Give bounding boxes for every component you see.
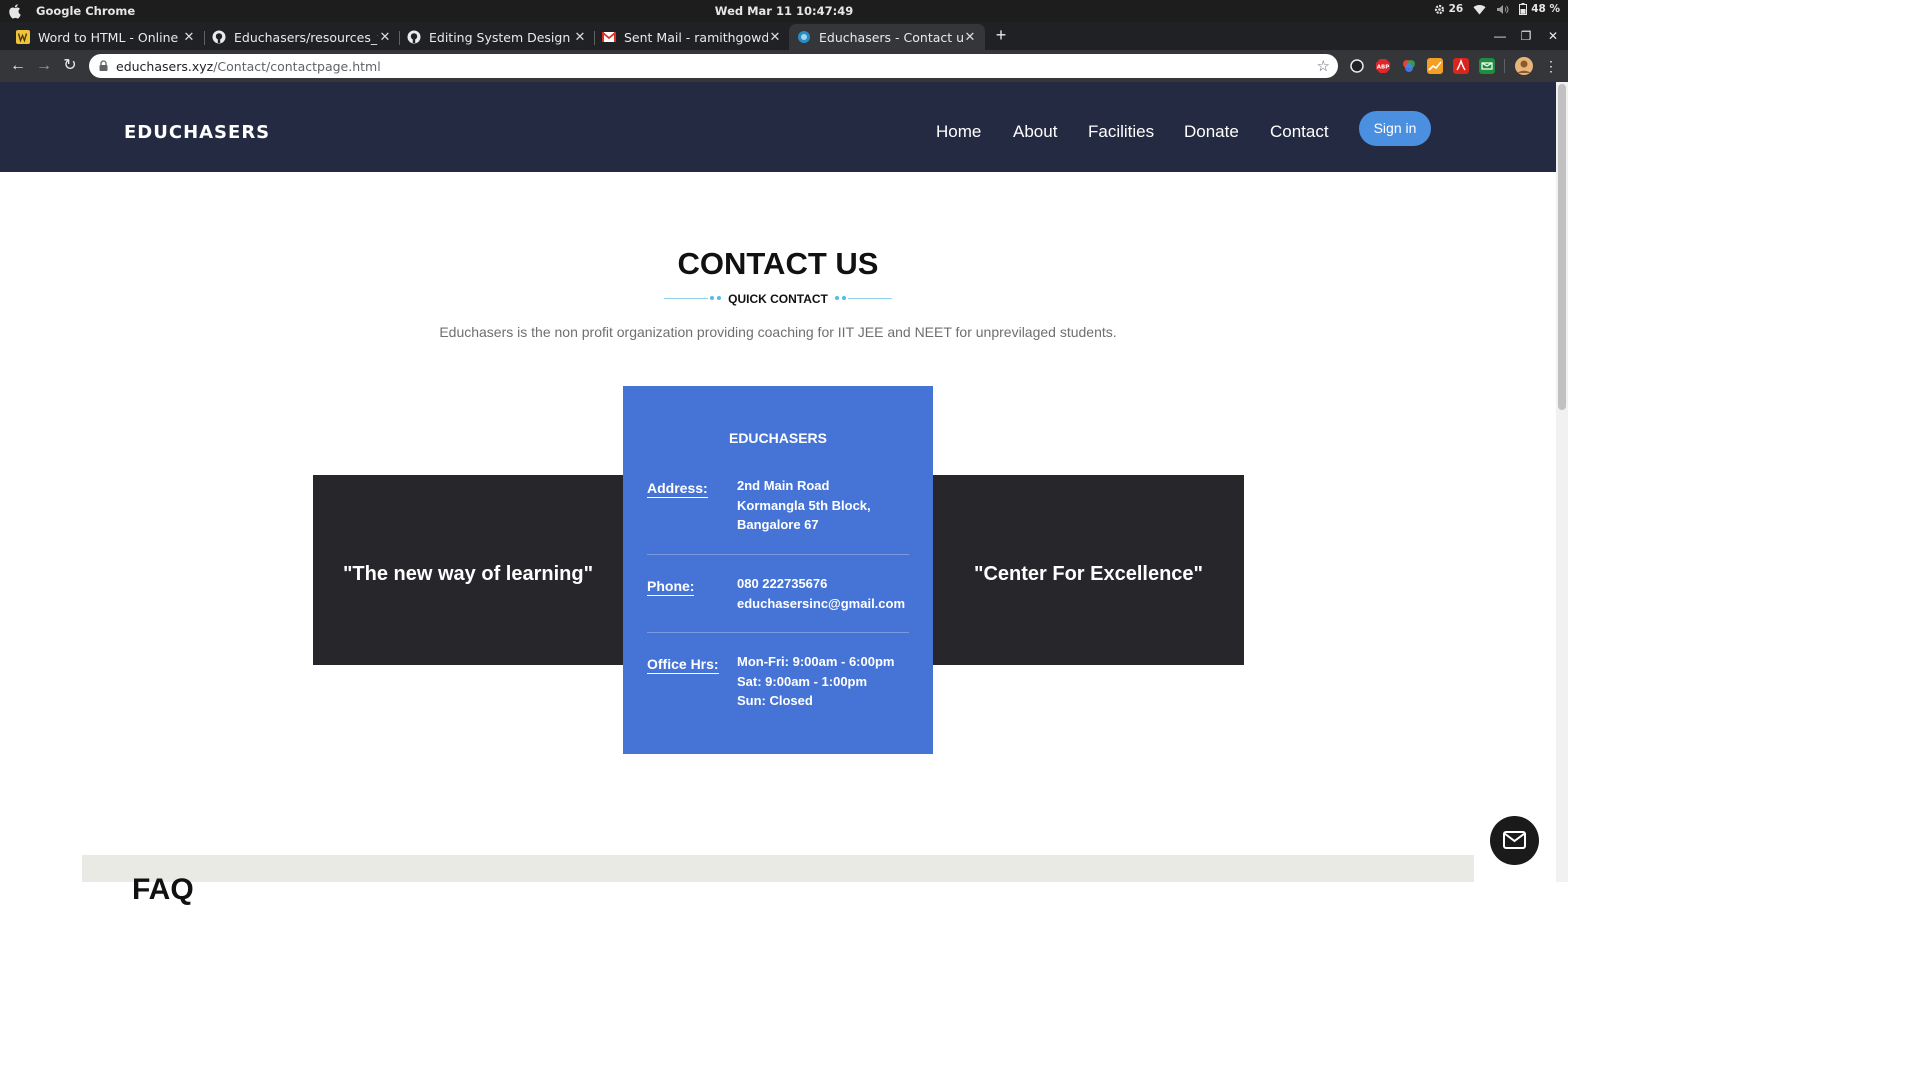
left-quote-panel: "The new way of learning" — [313, 475, 623, 665]
phone-label: Phone: — [647, 578, 695, 596]
battery-icon — [1519, 3, 1528, 15]
phone-value: 080 222735676 educhasersinc@gmail.com — [737, 574, 905, 613]
hours-line: Mon-Fri: 9:00am - 6:00pm — [737, 654, 895, 669]
close-icon[interactable]: ✕ — [182, 30, 196, 45]
tab-contact-us[interactable]: Educhasers - Contact us ✕ — [789, 24, 985, 50]
scrollbar-thumb[interactable] — [1558, 84, 1566, 410]
gear-icon — [1434, 4, 1444, 14]
nav-about-link[interactable]: About — [1013, 122, 1057, 142]
reload-icon[interactable]: ↻ — [60, 56, 80, 76]
card-divider — [647, 554, 909, 555]
tab-title: Editing System Design · ramithgowda — [429, 29, 573, 45]
system-clock[interactable]: Wed Mar 11 10:47:49 — [0, 4, 1568, 18]
weather-value: 26 — [1448, 3, 1464, 15]
menu-kebab-icon[interactable]: ⋮ — [1541, 56, 1561, 76]
svg-text:ABP: ABP — [1377, 65, 1389, 71]
color-picker-icon[interactable] — [1401, 58, 1417, 74]
battery-percent: 48 % — [1531, 3, 1560, 15]
section-subtitle: QUICK CONTACT — [728, 292, 828, 306]
tab-title: Sent Mail - ramithgowdak — [624, 29, 768, 45]
os-top-bar: Google Chrome Wed Mar 11 10:47:49 26 48 … — [0, 0, 1568, 22]
github-icon — [407, 30, 421, 44]
address-value: 2nd Main Road Kormangla 5th Block, Banga… — [737, 476, 871, 535]
tab-title: Educhasers/resources_website — [234, 29, 378, 45]
url-host: educhasers.xyz — [116, 59, 214, 74]
decorative-dot — [842, 296, 846, 300]
analytics-icon[interactable] — [1427, 58, 1443, 74]
profile-avatar-icon[interactable] — [1515, 57, 1533, 75]
address-line: Bangalore 67 — [737, 517, 819, 532]
page-title: CONTACT US — [677, 246, 879, 281]
nav-donate-link[interactable]: Donate — [1184, 122, 1239, 142]
contact-info-card: EDUCHASERS Address: 2nd Main Road Korman… — [623, 386, 933, 754]
weather-indicator[interactable]: 26 — [1434, 3, 1464, 15]
volume-icon[interactable] — [1496, 4, 1509, 15]
close-icon[interactable]: ✕ — [768, 30, 782, 45]
left-quote-text: "The new way of learning" — [342, 563, 594, 585]
browser-tab-strip: Word to HTML - Online Converter ✕ Educha… — [0, 22, 1568, 50]
tab-word-to-html[interactable]: Word to HTML - Online Converter ✕ — [8, 24, 204, 50]
mail-chat-button[interactable] — [1490, 816, 1539, 865]
toolbar-divider — [1504, 59, 1505, 73]
lock-icon[interactable] — [99, 60, 108, 71]
tab-title: Word to HTML - Online Converter — [38, 29, 182, 45]
new-tab-button[interactable]: + — [992, 26, 1010, 44]
bookmark-star-icon[interactable]: ☆ — [1317, 57, 1330, 75]
minimize-icon[interactable]: — — [1492, 29, 1508, 43]
faq-heading: FAQ — [132, 873, 194, 906]
nav-home-link[interactable]: Home — [936, 122, 981, 142]
address-bar[interactable]: educhasers.xyz/Contact/contactpage.html … — [89, 54, 1338, 78]
tab-editing-system-design[interactable]: Editing System Design · ramithgowda ✕ — [399, 24, 595, 50]
hours-line: Sat: 9:00am - 1:00pm — [737, 673, 868, 689]
tab-educhasers-repo[interactable]: Educhasers/resources_website ✕ — [204, 24, 400, 50]
address-line: 2nd Main Road — [737, 478, 830, 493]
phone-number[interactable]: 080 222735676 — [737, 574, 905, 594]
organization-description: Educhasers is the non profit organizatio… — [439, 324, 1117, 340]
battery-indicator[interactable]: 48 % — [1519, 3, 1560, 15]
card-title: EDUCHASERS — [728, 430, 827, 446]
tab-sent-mail[interactable]: Sent Mail - ramithgowdak ✕ — [594, 24, 790, 50]
close-window-icon[interactable]: ✕ — [1545, 29, 1561, 43]
forward-arrow-icon[interactable]: → — [34, 56, 54, 76]
github-icon — [212, 30, 226, 44]
mail-checker-icon[interactable] — [1479, 58, 1495, 74]
site-navbar: EDUCHASERS Home About Facilities Donate … — [0, 82, 1556, 172]
office-hours-label: Office Hrs: — [647, 656, 719, 674]
nav-facilities-link[interactable]: Facilities — [1088, 122, 1154, 142]
gmail-icon — [602, 30, 616, 44]
close-icon[interactable]: ✕ — [573, 30, 587, 45]
adblock-icon[interactable]: ABP — [1375, 58, 1391, 74]
office-hours-value: Mon-Fri: 9:00am - 6:00pm Sat: 9:00am - 1… — [737, 652, 894, 711]
close-icon[interactable]: ✕ — [963, 30, 977, 45]
decorative-dot — [835, 296, 839, 300]
nav-contact-link[interactable]: Contact — [1270, 122, 1329, 142]
w-logo-icon — [16, 30, 30, 44]
address-line: Kormangla 5th Block, — [737, 497, 871, 513]
section-subtitle-row: QUICK CONTACT — [664, 292, 892, 306]
envelope-icon — [1503, 831, 1526, 849]
close-icon[interactable]: ✕ — [378, 30, 392, 45]
right-quote-panel: "Center For Excellence" — [933, 475, 1244, 665]
right-quote-text: "Center For Excellence" — [973, 563, 1204, 585]
faq-section: FAQ — [82, 855, 1474, 906]
back-arrow-icon[interactable]: ← — [8, 56, 28, 76]
extension-icon[interactable] — [1349, 58, 1365, 74]
email-address[interactable]: educhasersinc@gmail.com — [737, 594, 905, 614]
address-label: Address: — [647, 480, 708, 498]
decorative-line — [848, 298, 892, 299]
url-text[interactable]: educhasers.xyz/Contact/contactpage.html — [116, 59, 381, 74]
site-logo[interactable]: EDUCHASERS — [124, 122, 270, 143]
tab-title: Educhasers - Contact us — [819, 29, 963, 45]
sign-in-button[interactable]: Sign in — [1359, 111, 1431, 146]
restore-icon[interactable]: ❐ — [1518, 29, 1534, 43]
hours-line: Sun: Closed — [737, 693, 813, 708]
site-icon — [797, 30, 811, 44]
browser-toolbar: ← → ↻ educhasers.xyz/Contact/contactpage… — [0, 50, 1568, 82]
pdf-icon[interactable] — [1453, 58, 1469, 74]
card-divider — [647, 632, 909, 633]
system-tray: 26 48 % — [1434, 3, 1560, 15]
url-path: /Contact/contactpage.html — [213, 59, 381, 74]
wifi-icon[interactable] — [1473, 4, 1486, 15]
